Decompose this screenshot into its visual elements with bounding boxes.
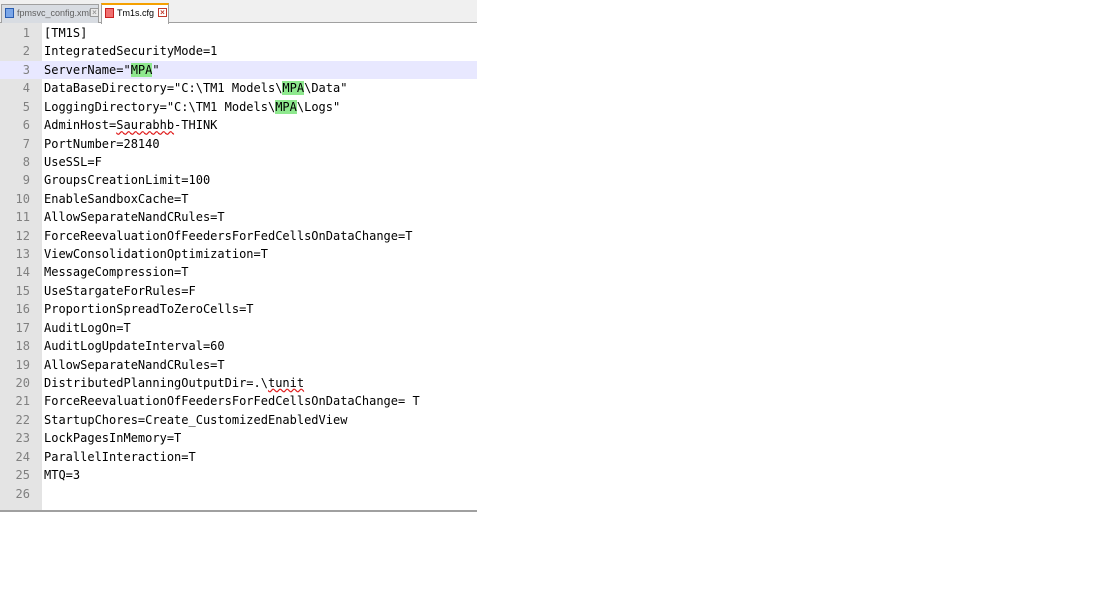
tab-label: Tm1s.cfg — [117, 8, 155, 18]
search-highlight: MPA — [130, 62, 153, 77]
line-text: EnableSandboxCache=T — [44, 191, 189, 206]
line-number: 3 — [22, 62, 30, 77]
line-text: ServerName="MPA" — [44, 62, 160, 77]
line-number: 10 — [15, 191, 30, 206]
line-number: 15 — [15, 283, 30, 298]
spellcheck-squiggle: Saurabhb — [116, 118, 175, 133]
code-line[interactable]: 3 ServerName="MPA" — [0, 60, 477, 80]
line-number: 26 — [15, 486, 30, 501]
line-text: AdminHost=Saurabhb-THINK — [44, 118, 218, 133]
code-line[interactable]: 16 ProportionSpreadToZeroCells=T — [0, 300, 477, 318]
line-text: StartupChores=Create_CustomizedEnabledVi… — [44, 412, 348, 427]
code-line[interactable]: 26 — [0, 485, 477, 503]
line-text: DataBaseDirectory="C:\TM1 Models\MPA\Dat… — [44, 81, 348, 96]
line-text: AllowSeparateNandCRules=T — [44, 210, 225, 225]
line-text: PortNumber=28140 — [44, 136, 160, 151]
line-text: DistributedPlanningOutputDir=.\tunit — [44, 375, 305, 390]
line-number: 6 — [22, 118, 30, 133]
search-highlight: MPA — [275, 99, 297, 114]
line-text: ViewConsolidationOptimization=T — [44, 247, 268, 262]
code-line[interactable]: 22 StartupChores=Create_CustomizedEnabled… — [0, 411, 477, 429]
file-modified-icon — [105, 8, 114, 18]
line-text: AuditLogUpdateInterval=60 — [44, 339, 225, 354]
code-line[interactable]: 2 IntegratedSecurityMode=1 — [0, 42, 477, 60]
tab-tm1s-cfg[interactable]: Tm1s.cfg × — [101, 3, 169, 24]
line-text: MTQ=3 — [44, 468, 81, 483]
line-text: [TM1S] — [44, 26, 88, 40]
line-text: LoggingDirectory="C:\TM1 Models\MPA\Logs… — [44, 99, 341, 114]
line-number: 4 — [22, 81, 30, 96]
line-number: 12 — [15, 228, 30, 243]
code-line[interactable]: 13 ViewConsolidationOptimization=T — [0, 245, 477, 263]
code-line[interactable]: 21 ForceReevaluationOfFeedersForFedCellsO… — [0, 392, 477, 410]
line-number: 5 — [22, 99, 30, 114]
line-number: 17 — [15, 320, 30, 335]
line-text: AuditLogOn=T — [44, 320, 131, 335]
editor-window: fpmsvc_config.xml × Tm1s.cfg × 1 [TM1S] 2 I… — [0, 0, 477, 512]
line-number: 11 — [15, 210, 30, 225]
line-number: 8 — [22, 154, 30, 169]
file-icon — [5, 8, 14, 18]
code-line[interactable]: 17 AuditLogOn=T — [0, 319, 477, 337]
line-number: 22 — [15, 412, 30, 427]
code-line[interactable]: 18 AuditLogUpdateInterval=60 — [0, 337, 477, 355]
code-line[interactable]: 4 DataBaseDirectory="C:\TM1 Models\MPA\Da… — [0, 79, 477, 97]
code-line[interactable]: 7 PortNumber=28140 — [0, 135, 477, 153]
spellcheck-squiggle: tunit — [267, 375, 305, 390]
line-number: 21 — [15, 394, 30, 409]
line-text: IntegratedSecurityMode=1 — [44, 44, 218, 59]
line-number: 16 — [15, 302, 30, 317]
line-number: 13 — [15, 247, 30, 262]
line-number: 1 — [22, 26, 30, 40]
tab-fpmsvc-config[interactable]: fpmsvc_config.xml × — [1, 4, 99, 23]
text-area[interactable]: 1 [TM1S] 2 IntegratedSecurityMode=1 3 ServerN… — [0, 23, 477, 510]
code-line[interactable]: 15 UseStargateForRules=F — [0, 282, 477, 300]
tab-label: fpmsvc_config.xml — [17, 8, 92, 18]
line-text: UseStargateForRules=F — [44, 283, 196, 298]
line-text: UseSSL=F — [44, 154, 102, 169]
line-number: 9 — [22, 173, 30, 188]
line-text: ParallelInteraction=T — [44, 449, 196, 464]
code-line[interactable]: 14 MessageCompression=T — [0, 263, 477, 281]
line-text: LockPagesInMemory=T — [44, 431, 182, 446]
line-text: ProportionSpreadToZeroCells=T — [44, 302, 254, 317]
line-number: 25 — [15, 468, 30, 483]
code-line[interactable]: 10 EnableSandboxCache=T — [0, 190, 477, 208]
search-highlight: MPA — [282, 81, 305, 96]
line-number: 24 — [15, 449, 30, 464]
code-line[interactable]: 24 ParallelInteraction=T — [0, 448, 477, 466]
code-line[interactable]: 6 AdminHost=Saurabhb-THINK — [0, 116, 477, 134]
line-text: GroupsCreationLimit=100 — [44, 173, 211, 188]
line-text: MessageCompression=T — [44, 265, 189, 280]
line-number: 14 — [15, 265, 30, 280]
line-number: 23 — [15, 431, 30, 446]
editor-bottom-border — [0, 510, 477, 512]
line-text: AllowSeparateNandCRules=T — [44, 357, 225, 372]
code-line[interactable]: 20 DistributedPlanningOutputDir=.\tunit — [0, 374, 477, 392]
code-line[interactable]: 25 MTQ=3 — [0, 466, 477, 484]
line-number: 7 — [22, 136, 30, 151]
line-text: ForceReevaluationOfFeedersForFedCellsOnD… — [44, 394, 420, 409]
code-line[interactable]: 11 AllowSeparateNandCRules=T — [0, 208, 477, 226]
code-line[interactable]: 23 LockPagesInMemory=T — [0, 429, 477, 447]
close-icon[interactable]: × — [158, 8, 167, 17]
tab-bar: fpmsvc_config.xml × Tm1s.cfg × — [0, 0, 477, 24]
line-number: 18 — [15, 339, 30, 354]
code-line[interactable]: 5 LoggingDirectory="C:\TM1 Models\MPA\Log… — [0, 98, 477, 116]
code-line[interactable]: 9 GroupsCreationLimit=100 — [0, 171, 477, 189]
line-number: 19 — [15, 357, 30, 372]
close-icon[interactable]: × — [90, 8, 99, 17]
line-number: 2 — [22, 44, 30, 59]
line-text: ForceReevaluationOfFeedersForFedCellsOnD… — [44, 228, 413, 243]
code-line[interactable]: 8 UseSSL=F — [0, 153, 477, 171]
code-line[interactable]: 12 ForceReevaluationOfFeedersForFedCellsO… — [0, 227, 477, 245]
code-line[interactable]: 1 [TM1S] — [0, 24, 477, 42]
line-number: 20 — [15, 375, 30, 390]
code-line[interactable]: 19 AllowSeparateNandCRules=T — [0, 356, 477, 374]
